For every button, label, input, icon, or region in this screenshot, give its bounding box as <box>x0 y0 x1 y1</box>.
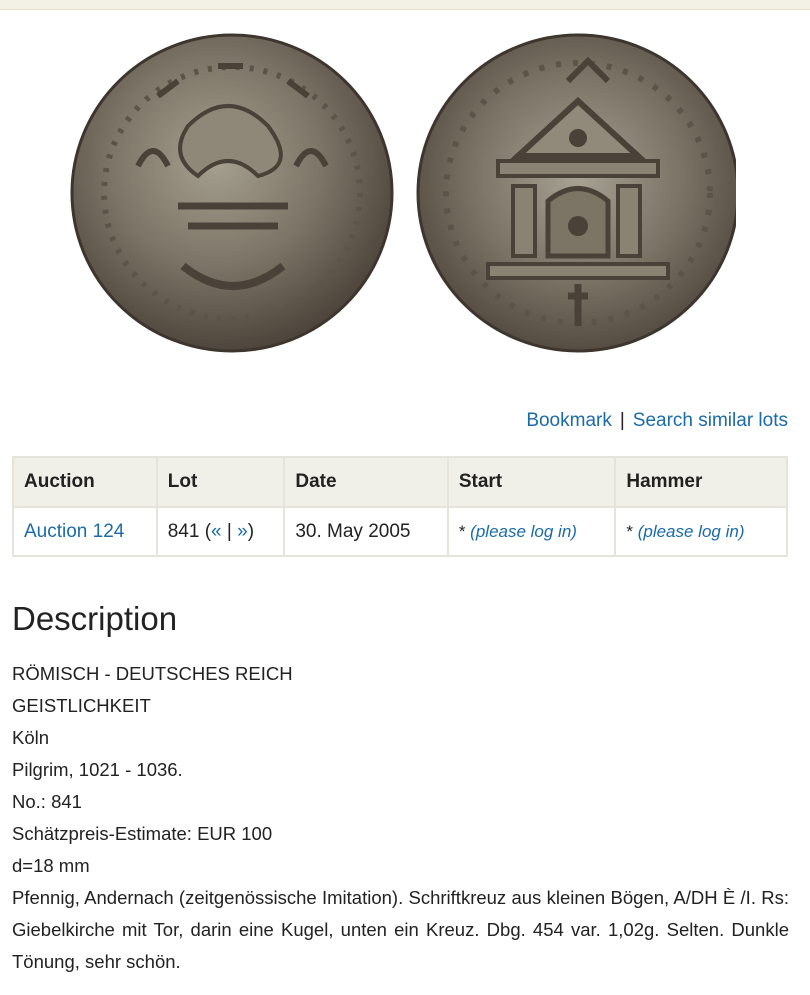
header-date: Date <box>283 456 449 508</box>
description-line-category: GEISTLICHKEIT <box>12 695 151 716</box>
table-header-row: Auction Lot Date Start Hammer <box>12 456 788 508</box>
start-login-link[interactable]: (please log in) <box>470 522 577 541</box>
bookmark-link[interactable]: Bookmark <box>526 410 612 431</box>
description-line-estimate: Schätzpreis-Estimate: EUR 100 <box>12 823 273 844</box>
lot-number: 841 <box>167 520 200 542</box>
cell-hammer: * (please log in) <box>614 506 788 557</box>
coin-reverse <box>416 33 736 353</box>
cell-date: 30. May 2005 <box>283 506 449 557</box>
lot-action-links: Bookmark | Search similar lots <box>526 410 788 432</box>
top-bar <box>0 0 810 10</box>
search-similar-lots-link[interactable]: Search similar lots <box>633 410 788 431</box>
description-body: RÖMISCH - DEUTSCHES REICH GEISTLICHKEIT … <box>12 658 789 978</box>
description-title: Description <box>12 600 178 637</box>
lot-paren-open: ( <box>199 520 212 542</box>
start-asterisk: * <box>458 521 471 541</box>
header-lot: Lot <box>155 456 286 508</box>
coin-obverse <box>70 33 394 353</box>
header-start: Start <box>446 456 617 508</box>
link-separator: | <box>619 410 625 431</box>
previous-lot-link[interactable]: « <box>211 521 222 542</box>
table-row: Auction 124 841 (« | ») 30. May 2005 * (… <box>12 506 788 557</box>
coin-image <box>68 26 736 360</box>
description-line-ruler: Pilgrim, 1021 - 1036. <box>12 759 183 780</box>
cell-auction: Auction 124 <box>12 506 158 557</box>
description-paragraph: Pfennig, Andernach (zeitgenössische Imit… <box>12 887 789 972</box>
description-line-mint: Köln <box>12 727 50 748</box>
cell-start: * (please log in) <box>446 506 617 557</box>
lot-nav-separator: | <box>221 520 238 542</box>
header-hammer: Hammer <box>614 456 788 508</box>
lot-paren-close: ) <box>247 520 255 542</box>
hammer-asterisk: * <box>626 521 638 541</box>
auction-link[interactable]: Auction 124 <box>24 521 124 542</box>
description-line-region: RÖMISCH - DEUTSCHES REICH <box>12 663 293 684</box>
lot-info-table: Auction Lot Date Start Hammer Auction 12… <box>12 456 788 557</box>
hammer-login-link[interactable]: (please log in) <box>638 522 745 541</box>
description-line-diameter: d=18 mm <box>12 855 90 876</box>
next-lot-link[interactable]: » <box>237 521 248 542</box>
header-auction: Auction <box>12 456 158 508</box>
description-line-number: No.: 841 <box>12 791 82 812</box>
cell-lot: 841 (« | ») <box>155 506 286 557</box>
